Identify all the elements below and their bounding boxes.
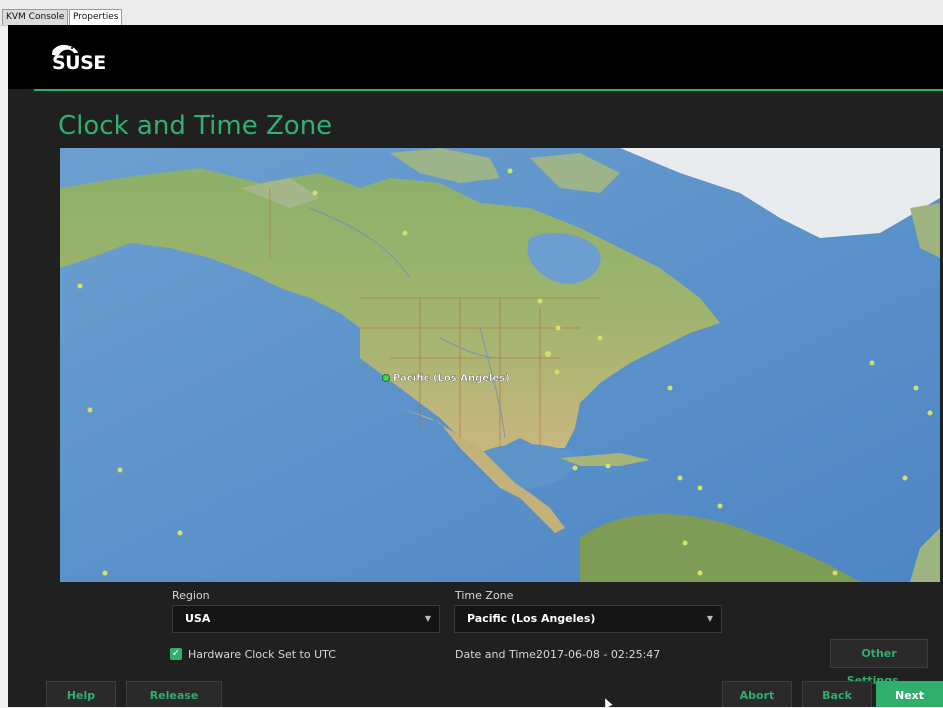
region-label: Region xyxy=(172,589,210,602)
hardware-clock-checkbox[interactable]: ✓ xyxy=(170,648,182,660)
other-settings-button[interactable]: Other Settings... xyxy=(830,639,928,687)
region-value: USA xyxy=(185,612,211,625)
timezone-value: Pacific (Los Angeles) xyxy=(467,612,596,625)
abort-button[interactable]: Abort xyxy=(722,681,792,707)
suse-logo: SUSE xyxy=(48,43,128,83)
brand-name: SUSE xyxy=(52,52,106,74)
divider xyxy=(34,89,943,91)
installer-screen: SUSE Clock and Time Zone Pacific (Los An… xyxy=(8,25,943,707)
chevron-down-icon: ▼ xyxy=(424,614,431,623)
top-bar: SUSE xyxy=(8,25,943,89)
datetime-value: 2017-06-08 - 02:25:47 xyxy=(536,648,661,661)
release-notes-button[interactable]: Release Notes... xyxy=(126,681,222,707)
help-button[interactable]: Help xyxy=(46,681,116,707)
tab-strip: KVM Console Properties xyxy=(0,0,943,26)
page-title: Clock and Time Zone xyxy=(58,111,333,141)
timezone-select[interactable]: Pacific (Los Angeles) ▼ xyxy=(454,605,722,633)
datetime-label: Date and Time: xyxy=(455,648,540,661)
world-map[interactable]: Pacific (Los Angeles) xyxy=(60,148,940,582)
tab-kvm-console[interactable]: KVM Console xyxy=(2,9,69,25)
chevron-down-icon: ▼ xyxy=(706,614,713,623)
hardware-clock-label[interactable]: Hardware Clock Set to UTC xyxy=(188,648,336,661)
region-select[interactable]: USA ▼ xyxy=(172,605,440,633)
selected-city-marker[interactable] xyxy=(382,374,390,382)
next-button[interactable]: Next xyxy=(876,681,943,707)
timezone-label: Time Zone xyxy=(455,589,514,602)
back-button[interactable]: Back xyxy=(802,681,872,707)
tab-properties[interactable]: Properties xyxy=(69,9,123,25)
selected-city-label: Pacific (Los Angeles) xyxy=(393,373,510,384)
